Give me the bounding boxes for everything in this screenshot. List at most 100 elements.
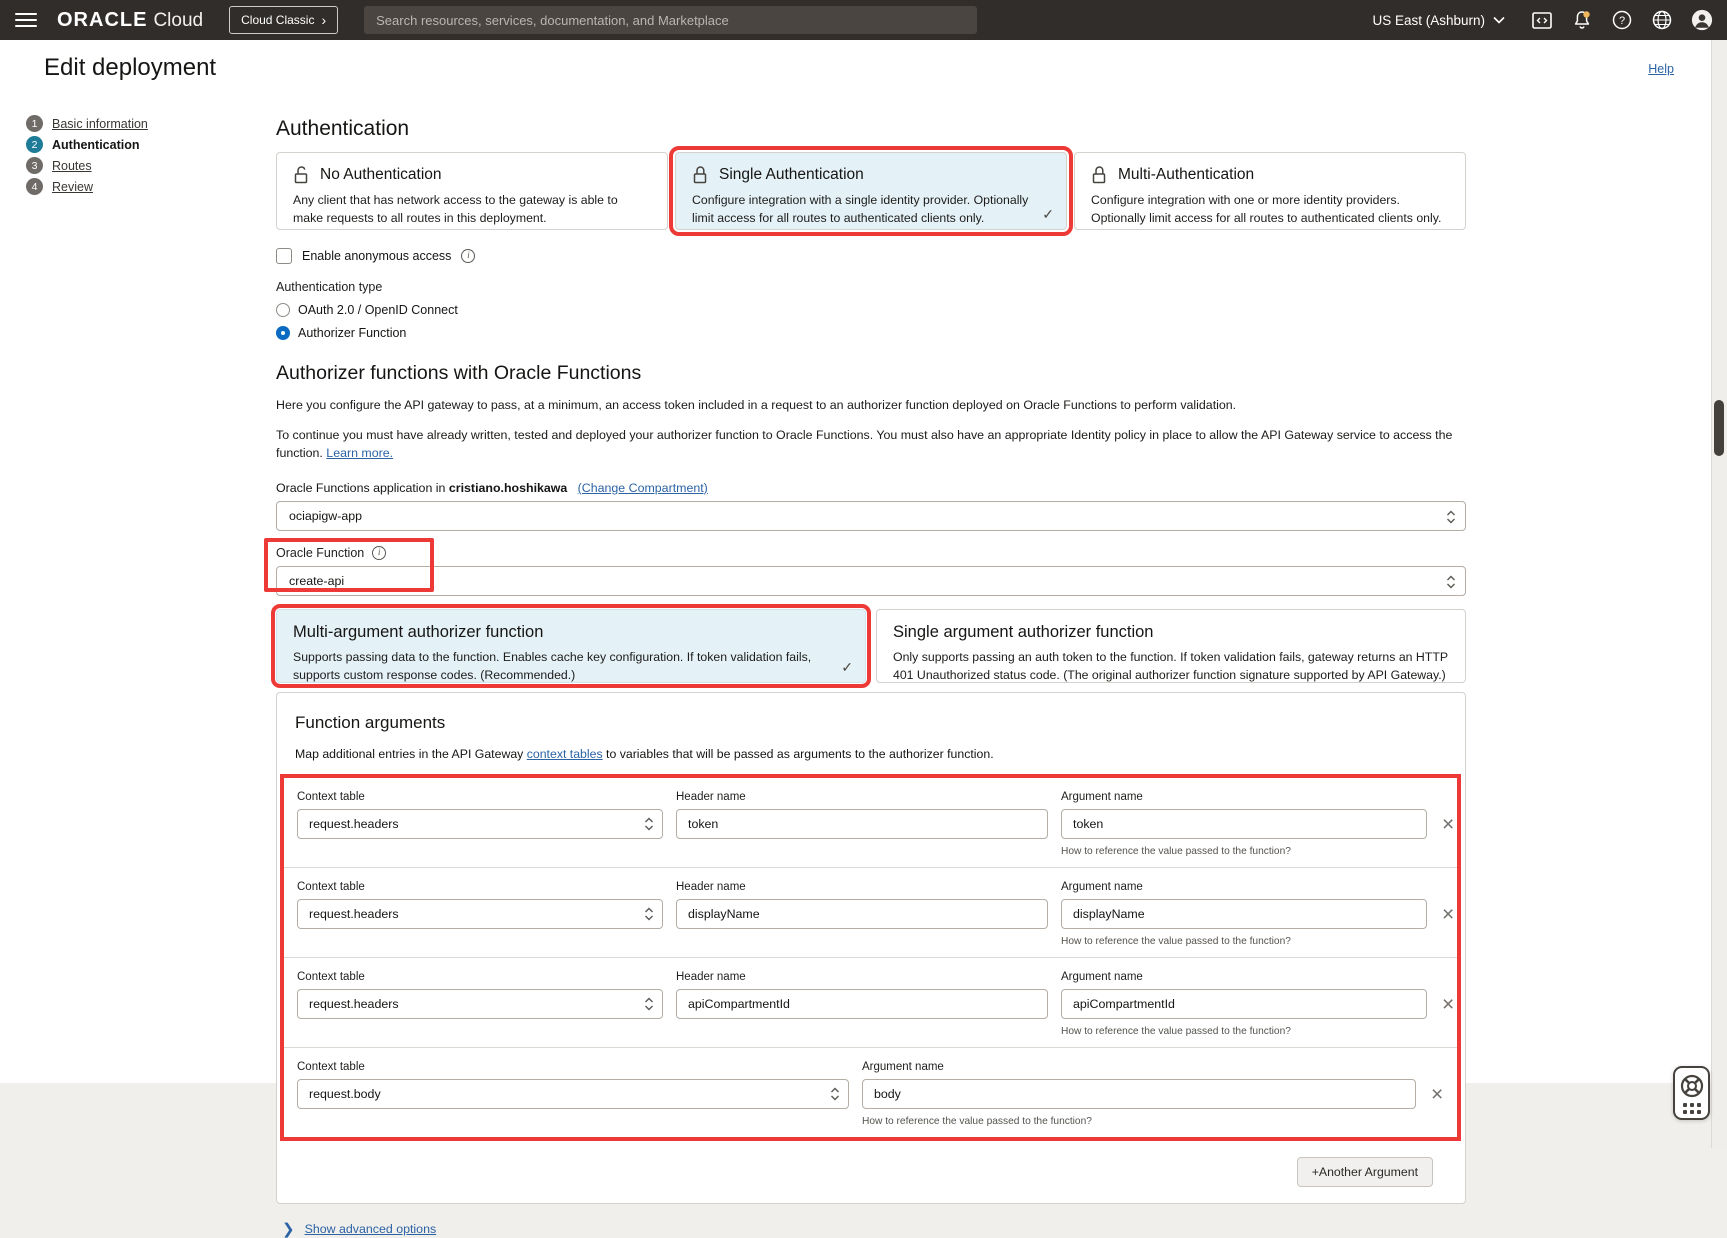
wizard-stepper: 1 Basic information 2 Authentication 3 R… [26,112,148,199]
function-arguments-card: Function arguments Map additional entrie… [276,692,1466,1204]
authorizer-paragraph-1: Here you configure the API gateway to pa… [276,396,1466,415]
developer-console-icon[interactable] [1531,9,1553,31]
functions-application-select[interactable]: ociapigw-app [276,501,1466,531]
search-input[interactable] [364,6,977,34]
argument-helper-text: How to reference the value passed to the… [1061,1026,1427,1037]
info-icon[interactable]: i [461,249,475,263]
argument-name-input[interactable] [1061,899,1427,929]
single-argument-card[interactable]: Single argument authorizer function Only… [876,609,1466,683]
language-globe-icon[interactable] [1651,9,1673,31]
lock-icon [1091,165,1108,184]
support-widget[interactable] [1673,1066,1710,1120]
learn-more-link[interactable]: Learn more. [326,446,393,460]
help-link[interactable]: Help [1648,62,1674,76]
another-argument-button[interactable]: +Another Argument [1297,1157,1433,1187]
change-compartment-link[interactable]: (Change Compartment) [578,481,708,495]
selected-check-icon: ✓ [1042,206,1054,223]
header-name-input[interactable] [676,809,1048,839]
brand-oracle: ORACLE [57,9,147,32]
radio-selected-icon[interactable] [276,326,290,340]
context-table-select[interactable] [297,899,663,929]
enable-anonymous-access-checkbox[interactable] [276,248,292,264]
argument-helper-text: How to reference the value passed to the… [1061,846,1427,857]
card-description: Configure integration with a single iden… [692,192,1050,228]
header-name-label: Header name [676,881,1048,893]
authentication-cards: No Authentication Any client that has ne… [276,152,1466,230]
remove-argument-button[interactable]: × [1440,995,1456,1015]
step-label: Authentication [52,138,140,152]
functions-application-value: ociapigw-app [289,509,362,523]
context-table-label: Context table [297,1061,849,1073]
argument-row: Context table Header name Argument name [284,778,1457,867]
card-title: No Authentication [320,166,442,184]
select-stepper-icon [644,906,654,922]
vertical-scrollbar-thumb[interactable] [1714,400,1724,456]
step-routes[interactable]: 3 Routes [26,157,148,174]
show-advanced-options-link[interactable]: Show advanced options [305,1222,437,1236]
argument-name-input[interactable] [862,1079,1416,1109]
oracle-function-select[interactable]: create-api [276,566,1466,596]
multi-argument-card[interactable]: Multi-argument authorizer function Suppo… [276,609,866,683]
user-avatar[interactable] [1691,9,1713,31]
step-label[interactable]: Basic information [52,117,148,131]
oracle-cloud-logo[interactable]: ORACLE Cloud [57,9,203,32]
step-label[interactable]: Routes [52,159,92,173]
single-authentication-card[interactable]: Single Authentication Configure integrat… [675,152,1067,230]
context-table-select[interactable] [297,1079,849,1109]
chevron-right-icon: › [321,15,326,25]
notifications-bell-icon[interactable] [1571,9,1593,31]
header-name-input[interactable] [676,989,1048,1019]
region-selector[interactable]: US East (Ashburn) [1372,13,1505,28]
step-label[interactable]: Review [52,180,93,194]
context-table-select[interactable] [297,809,663,839]
authorizer-function-radio-option[interactable]: Authorizer Function [276,326,1466,340]
intro-prefix: Map additional entries in the API Gatewa… [295,747,527,761]
argument-name-input[interactable] [1061,989,1427,1019]
radio-label: OAuth 2.0 / OpenID Connect [298,303,458,317]
card-title: Multi-Authentication [1118,166,1254,184]
select-stepper-icon [1446,574,1456,590]
help-icon[interactable]: ? [1611,9,1633,31]
context-table-label: Context table [297,971,663,983]
topbar: ORACLE Cloud Cloud Classic › US East (As… [0,0,1727,40]
authorizer-section-title: Authorizer functions with Oracle Functio… [276,362,1466,385]
unlock-icon [293,165,310,184]
select-stepper-icon [644,816,654,832]
multi-authentication-card[interactable]: Multi-Authentication Configure integrati… [1074,152,1466,230]
page-header: Edit deployment Help [0,40,1710,96]
context-table-select[interactable] [297,989,663,1019]
info-icon[interactable]: i [372,546,386,560]
header-name-input[interactable] [676,899,1048,929]
select-stepper-icon [830,1086,840,1102]
page-title: Edit deployment [44,54,216,82]
card-description: Configure integration with one or more i… [1091,192,1449,228]
argument-helper-text: How to reference the value passed to the… [1061,936,1427,947]
selected-check-icon: ✓ [841,659,853,676]
menu-icon[interactable] [15,9,37,31]
svg-text:?: ? [1619,15,1625,27]
card-description: Supports passing data to the function. E… [293,649,849,685]
remove-argument-button[interactable]: × [1440,815,1456,835]
step-number: 2 [26,136,43,153]
context-tables-link[interactable]: context tables [527,747,603,761]
remove-argument-button[interactable]: × [1429,1085,1445,1105]
step-review[interactable]: 4 Review [26,178,148,195]
oracle-function-label: Oracle Function [276,546,364,560]
step-basic-information[interactable]: 1 Basic information [26,115,148,132]
step-number: 3 [26,157,43,174]
argument-name-label: Argument name [862,1061,1416,1073]
intro-suffix: to variables that will be passed as argu… [603,747,994,761]
cloud-classic-button[interactable]: Cloud Classic › [229,6,338,34]
argument-helper-text: How to reference the value passed to the… [862,1116,1416,1127]
chevron-right-icon[interactable]: ❯ [282,1220,295,1238]
argument-name-input[interactable] [1061,809,1427,839]
step-authentication[interactable]: 2 Authentication [26,136,148,153]
vertical-scrollbar-track[interactable] [1711,40,1727,1148]
no-authentication-card[interactable]: No Authentication Any client that has ne… [276,152,668,230]
oauth-radio-option[interactable]: OAuth 2.0 / OpenID Connect [276,303,1466,317]
card-description: Only supports passing an auth token to t… [893,649,1449,685]
function-arguments-title: Function arguments [295,713,1447,733]
remove-argument-button[interactable]: × [1440,905,1456,925]
radio-unselected-icon[interactable] [276,303,290,317]
authentication-section-title: Authentication [276,116,1466,142]
